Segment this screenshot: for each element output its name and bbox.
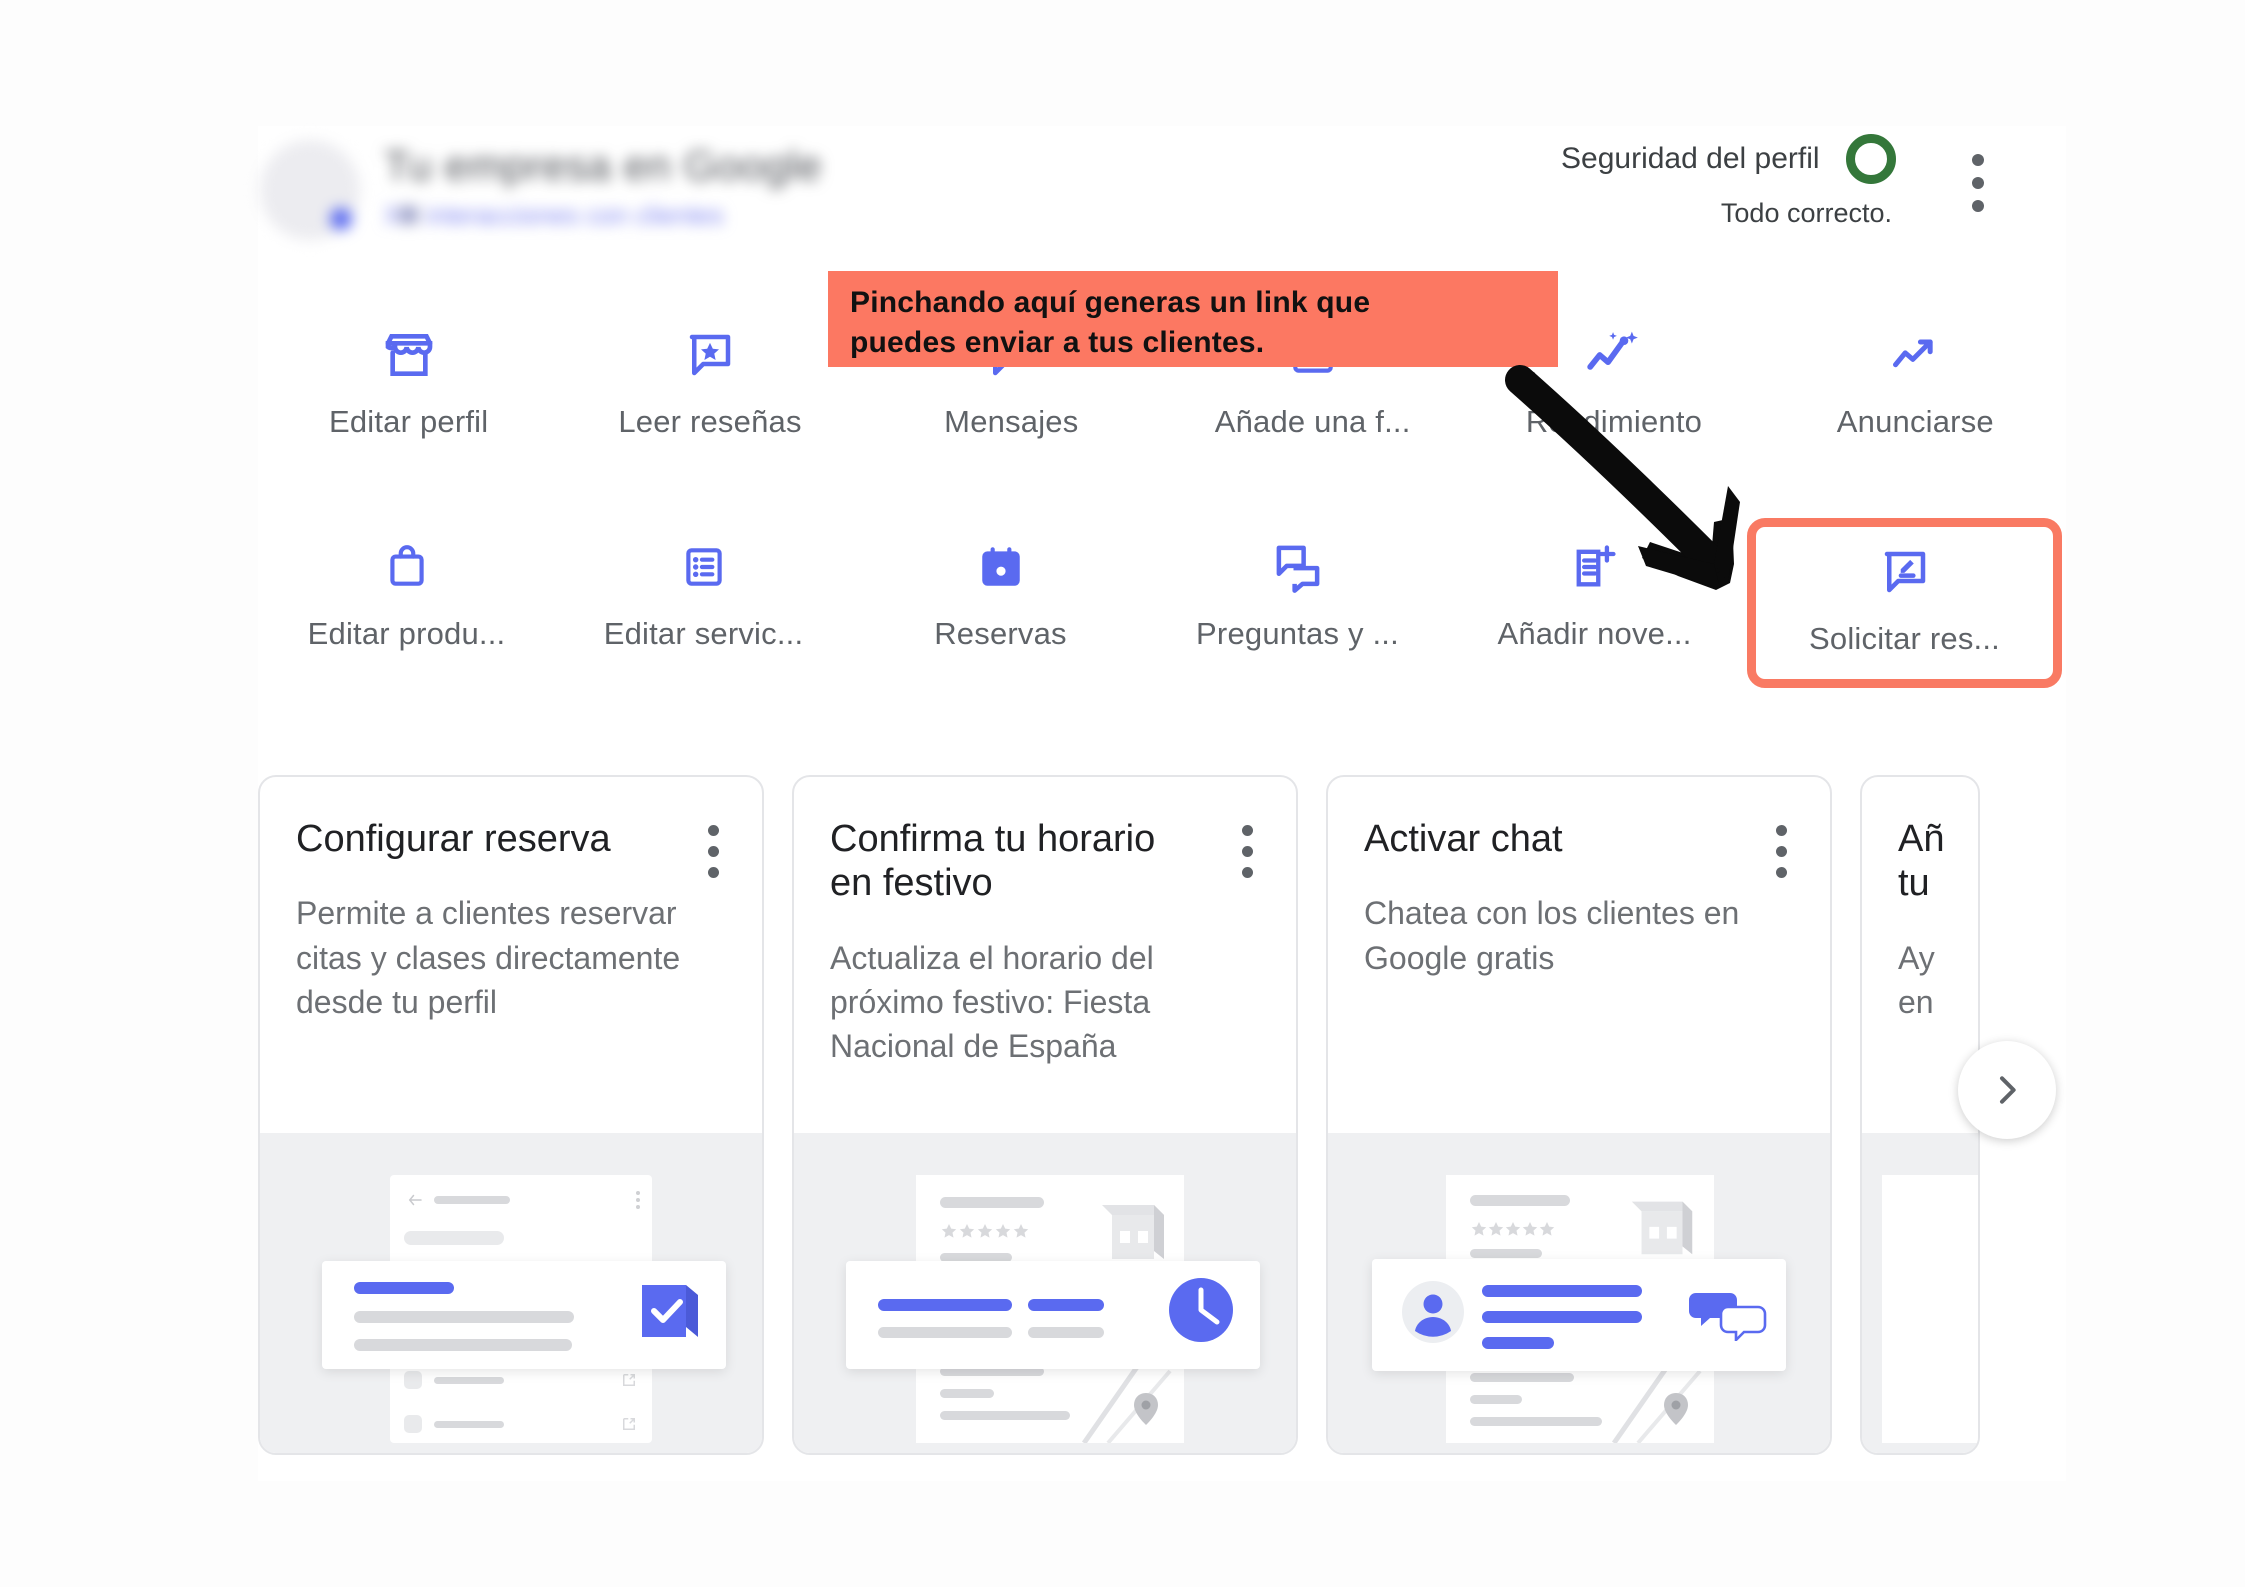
action-row-2: Editar produ... Editar servic... Reserva… <box>258 518 2066 688</box>
card-activate-chat[interactable]: Activar chat Chatea con los clientes en … <box>1326 775 1832 1455</box>
business-interactions: XX interacciones con clientes <box>384 200 724 230</box>
more-vert-icon[interactable] <box>1776 825 1790 888</box>
action-edit-services[interactable]: Editar servic... <box>555 528 852 688</box>
action-label: Anunciarse <box>1836 404 1994 439</box>
card-header: Configurar reserva Permite a clientes re… <box>260 777 762 1024</box>
screen-root: Tu empresa en Google XX interacciones co… <box>0 0 2245 1587</box>
action-label: Leer reseñas <box>618 404 802 439</box>
action-edit-profile[interactable]: Editar perfil <box>258 316 559 476</box>
more-vert-icon[interactable] <box>1242 825 1256 888</box>
storefront-icon <box>381 324 437 386</box>
review-star-bubble-icon <box>683 324 737 386</box>
security-label: Seguridad del perfil <box>1561 142 1820 175</box>
chevron-right-icon <box>2000 1076 2016 1104</box>
verified-dot-icon <box>330 208 352 230</box>
action-read-reviews[interactable]: Leer reseñas <box>559 316 860 476</box>
card-title: Confirma tu horario en festivo <box>830 818 1156 905</box>
action-request-review[interactable]: Solicitar res... <box>1747 518 2062 688</box>
action-label: Editar produ... <box>307 616 506 651</box>
action-label: Preguntas y ... <box>1196 616 1399 651</box>
card-header: Añ tu Ay en <box>1862 777 1978 1024</box>
card-configure-booking[interactable]: Configurar reserva Permite a clientes re… <box>258 775 764 1455</box>
action-label: Editar perfil <box>328 404 489 439</box>
business-name: Tu empresa en Google <box>384 142 823 189</box>
card-header: Activar chat Chatea con los clientes en … <box>1328 777 1830 980</box>
security-status-text: Todo correcto. <box>1720 198 1892 228</box>
more-vert-icon[interactable] <box>708 825 722 888</box>
trending-up-icon <box>1887 324 1943 386</box>
action-label: Reservas <box>934 616 1067 651</box>
qa-bubbles-icon <box>1271 536 1325 598</box>
annotation-banner: Pinchando aquí generas un link que puede… <box>828 271 1558 367</box>
performance-sparkle-icon <box>1583 324 1645 386</box>
profile-security-status[interactable]: Seguridad del perfil Todo correcto. <box>1561 134 1896 229</box>
carousel-next-button[interactable] <box>1958 1041 2056 1139</box>
action-label: Mensajes <box>944 404 1079 439</box>
action-edit-products[interactable]: Editar produ... <box>258 528 555 688</box>
action-advertise[interactable]: Anunciarse <box>1765 316 2066 476</box>
list-box-icon <box>679 536 729 598</box>
action-bookings[interactable]: Reservas <box>852 528 1149 688</box>
card-title: Activar chat <box>1364 818 1563 860</box>
card-description: Permite a clientes reservar citas y clas… <box>296 895 681 1020</box>
card-title: Añ tu <box>1898 818 1945 905</box>
card-description: Ay en <box>1898 939 1935 1021</box>
security-ring-icon <box>1846 134 1896 184</box>
suggestion-cards: Configurar reserva Permite a clientes re… <box>258 775 1980 1455</box>
shopping-bag-icon <box>382 536 432 598</box>
card-header: Confirma tu horario en festivo Actualiza… <box>794 777 1296 1068</box>
request-review-icon <box>1878 541 1932 603</box>
card-holiday-hours[interactable]: Confirma tu horario en festivo Actualiza… <box>792 775 1298 1455</box>
action-label: Añadir nove... <box>1497 616 1692 651</box>
calendar-icon <box>976 536 1026 598</box>
more-vert-icon[interactable] <box>1972 154 1988 223</box>
holiday-hours-clock-illustration <box>794 1133 1296 1453</box>
booking-confirm-illustration <box>260 1133 762 1453</box>
annotation-line-2: puedes enviar a tus clientes. <box>850 325 1265 359</box>
action-questions-answers[interactable]: Preguntas y ... <box>1149 528 1446 688</box>
action-label: Rendimiento <box>1525 404 1703 439</box>
action-label: Editar servic... <box>603 616 804 651</box>
business-header: Tu empresa en Google XX interacciones co… <box>258 134 978 244</box>
action-shortcuts: Editar perfil Leer reseñas Mensajes Añad… <box>258 316 2066 688</box>
chat-activate-illustration <box>1328 1133 1830 1453</box>
clipped-illustration <box>1862 1133 1978 1453</box>
action-label: Solicitar res... <box>1809 621 2000 656</box>
action-label: Añade una f... <box>1214 404 1411 439</box>
post-add-icon <box>1569 536 1621 598</box>
card-description: Actualiza el horario del próximo festivo… <box>830 939 1154 1065</box>
card-description: Chatea con los clientes en Google gratis <box>1364 895 1740 976</box>
action-add-update[interactable]: Añadir nove... <box>1446 528 1743 688</box>
card-title: Configurar reserva <box>296 818 611 860</box>
annotation-line-1: Pinchando aquí generas un link que <box>850 286 1371 319</box>
card-partial[interactable]: Añ tu Ay en <box>1860 775 1980 1455</box>
